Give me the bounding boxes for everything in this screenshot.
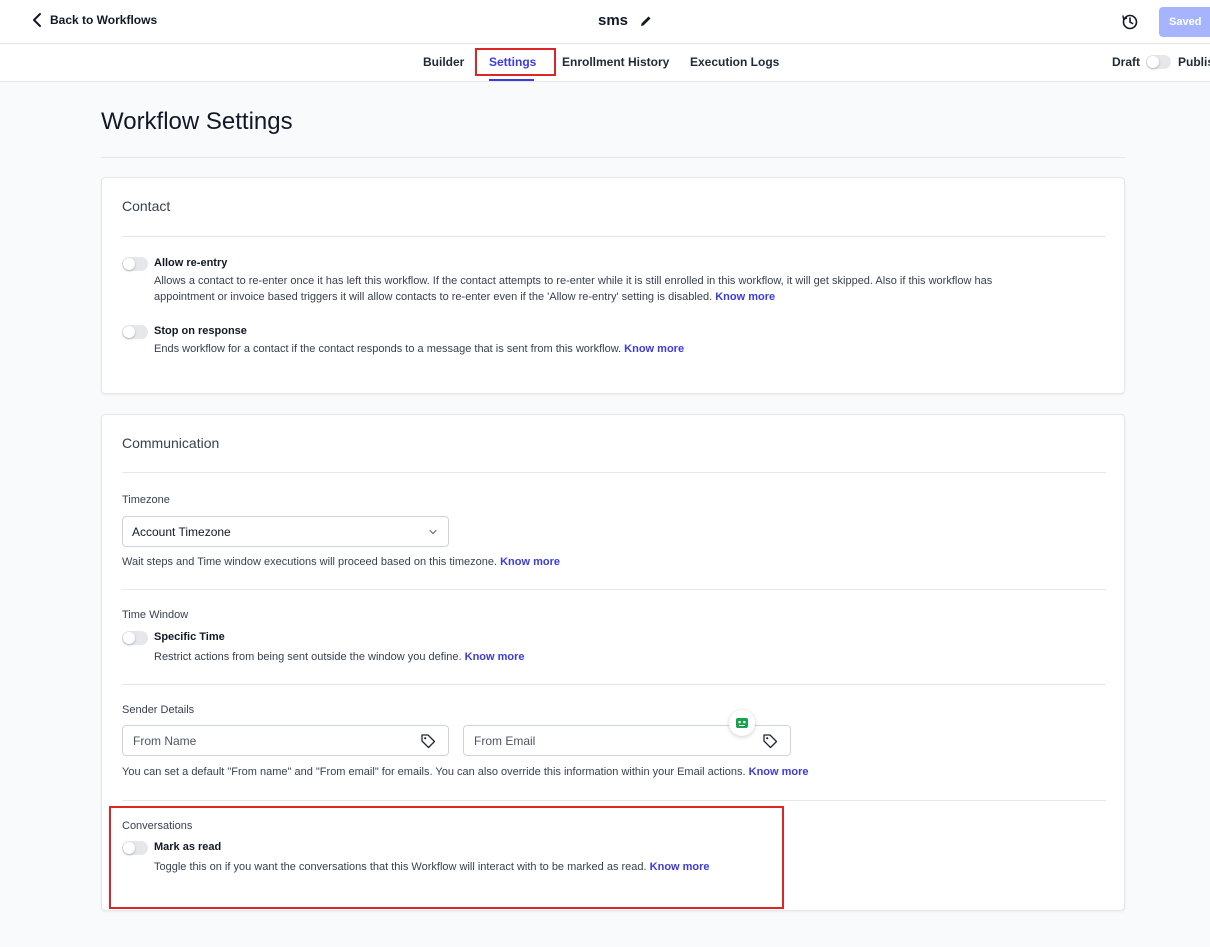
time-window-desc-text: Restrict actions from being sent outside… xyxy=(154,651,462,663)
from-name-placeholder: From Name xyxy=(133,733,197,748)
back-to-workflows-link[interactable]: Back to Workflows xyxy=(30,12,157,28)
allow-reentry-description: Allows a contact to re-enter once it has… xyxy=(154,273,1094,305)
timezone-selected-value: Account Timezone xyxy=(132,524,231,539)
allow-reentry-label: Allow re-entry xyxy=(154,257,228,269)
pencil-icon[interactable] xyxy=(640,15,652,27)
time-window-description: Restrict actions from being sent outside… xyxy=(154,649,525,665)
specific-time-toggle[interactable] xyxy=(122,631,148,645)
section-divider xyxy=(122,589,1106,590)
from-email-placeholder: From Email xyxy=(474,733,536,748)
sender-details-know-more-link[interactable]: Know more xyxy=(749,766,809,778)
time-window-know-more-link[interactable]: Know more xyxy=(465,651,525,663)
stop-on-response-description: Ends workflow for a contact if the conta… xyxy=(154,341,684,357)
stop-on-response-know-more-link[interactable]: Know more xyxy=(624,343,684,355)
section-divider xyxy=(122,800,1106,801)
publish-toggle[interactable] xyxy=(1146,55,1171,69)
tab-builder[interactable]: Builder xyxy=(423,55,464,69)
contact-card-title: Contact xyxy=(122,198,171,214)
tag-icon[interactable] xyxy=(762,733,778,749)
tag-icon[interactable] xyxy=(420,733,436,749)
conversations-highlight xyxy=(109,806,784,909)
history-icon[interactable] xyxy=(1121,13,1139,31)
communication-card-title: Communication xyxy=(122,435,220,451)
card-divider xyxy=(122,236,1106,237)
sender-details-desc-text: You can set a default "From name" and "F… xyxy=(122,766,746,778)
back-label: Back to Workflows xyxy=(50,13,158,27)
bot-widget-button[interactable] xyxy=(729,710,755,736)
top-bar: Back to Workflows sms Saved xyxy=(0,0,1210,44)
stop-on-response-desc-text: Ends workflow for a contact if the conta… xyxy=(154,343,622,355)
specific-time-label: Specific Time xyxy=(154,631,225,643)
timezone-know-more-link[interactable]: Know more xyxy=(500,556,560,568)
draft-label: Draft xyxy=(1112,55,1141,69)
chevron-down-icon xyxy=(429,529,437,535)
timezone-desc-text: Wait steps and Time window executions wi… xyxy=(122,556,498,568)
time-window-label: Time Window xyxy=(122,609,189,621)
chevron-left-icon xyxy=(33,13,41,27)
workflow-name: sms xyxy=(598,12,629,29)
workflow-title: sms xyxy=(598,12,652,29)
card-divider xyxy=(122,472,1106,473)
section-divider xyxy=(122,684,1106,685)
tab-bar: Builder Settings Enrollment History Exec… xyxy=(0,44,1210,82)
timezone-label: Timezone xyxy=(122,494,170,506)
stop-on-response-toggle[interactable] xyxy=(122,325,148,339)
tab-execution-logs[interactable]: Execution Logs xyxy=(690,55,779,69)
page-divider xyxy=(101,157,1125,158)
contact-card: Contact Allow re-entry Allows a contact … xyxy=(101,177,1125,394)
allow-reentry-desc-line2: appointment or invoice based triggers it… xyxy=(154,291,713,303)
active-tab-indicator xyxy=(489,79,534,81)
from-name-input[interactable]: From Name xyxy=(122,725,449,756)
robot-icon xyxy=(736,718,748,728)
settings-tab-highlight xyxy=(475,48,556,76)
allow-reentry-know-more-link[interactable]: Know more xyxy=(715,291,775,303)
saved-button[interactable]: Saved xyxy=(1159,7,1210,37)
allow-reentry-toggle[interactable] xyxy=(122,257,148,271)
stop-on-response-label: Stop on response xyxy=(154,325,247,337)
allow-reentry-desc-line2-wrap: appointment or invoice based triggers it… xyxy=(154,289,1094,305)
allow-reentry-desc-line1: Allows a contact to re-enter once it has… xyxy=(154,275,993,287)
timezone-description: Wait steps and Time window executions wi… xyxy=(122,554,560,570)
page-title: Workflow Settings xyxy=(101,108,293,135)
publish-label: Publish xyxy=(1178,55,1210,69)
sender-details-label: Sender Details xyxy=(122,704,195,716)
sender-details-description: You can set a default "From name" and "F… xyxy=(122,764,809,780)
timezone-select[interactable]: Account Timezone xyxy=(122,516,449,547)
tab-enrollment-history[interactable]: Enrollment History xyxy=(562,55,669,69)
